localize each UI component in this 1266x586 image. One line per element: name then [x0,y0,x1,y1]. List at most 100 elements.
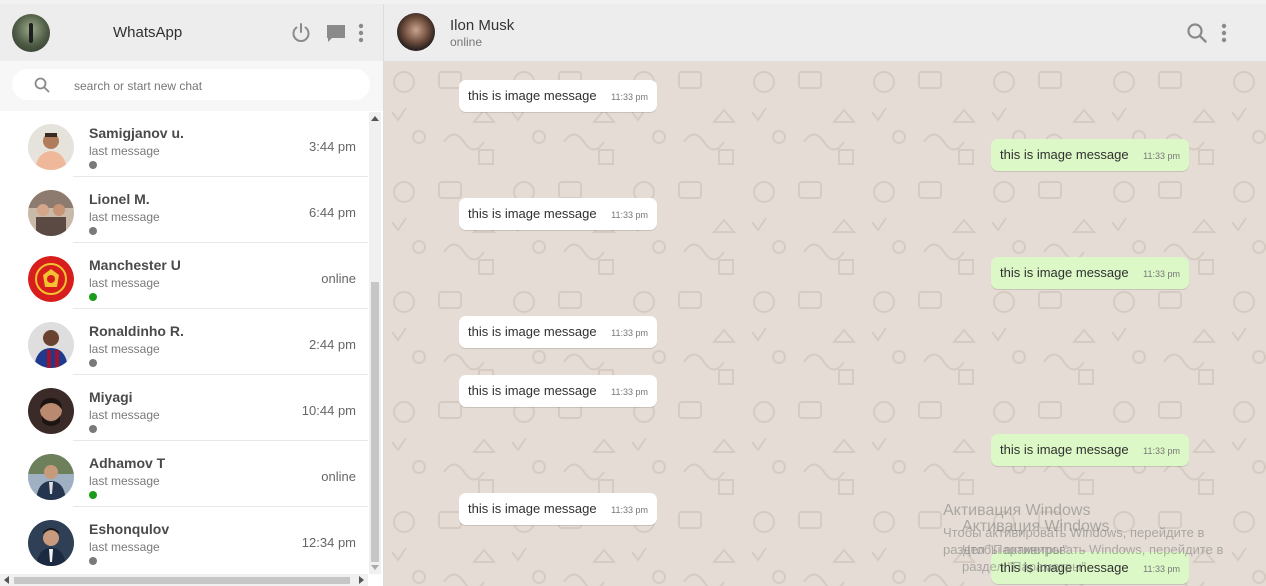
status-dot [89,161,97,169]
avatar [28,256,74,302]
chat-last-message: last message [89,144,160,158]
chat-list-vertical-scrollbar[interactable] [369,112,381,574]
message-outgoing[interactable]: this is image message 11:33 pm [991,257,1189,289]
message-text: this is image message [1000,147,1129,162]
chat-time: 10:44 pm [301,403,356,418]
message-text: this is image message [1000,442,1129,457]
menu-dots-icon[interactable] [356,22,366,44]
chat-item-manchester[interactable]: Manchester U last message online [0,244,368,309]
scroll-right-arrow-icon[interactable] [359,576,364,584]
menu-dots-icon[interactable] [1219,22,1229,44]
scroll-up-arrow-icon[interactable] [371,116,379,121]
chat-time: 3:44 pm [309,139,356,154]
power-icon[interactable] [290,22,312,44]
chat-item-adhamov[interactable]: Adhamov T last message online [0,442,368,507]
chat-name: Ronaldinho R. [89,323,184,339]
message-text: this is image message [468,206,597,221]
message-time: 11:33 pm [611,505,648,515]
chat-item-miyagi[interactable]: Miyagi last message 10:44 pm [0,376,368,441]
activation-watermark-title: Активация Windows [962,518,1110,535]
search-box[interactable] [12,69,370,100]
chat-list: Samigjanov u. last message 3:44 pm Lione… [0,112,368,574]
divider [73,506,368,507]
message-time: 11:33 pm [611,92,648,102]
chat-item-ronaldinho[interactable]: Ronaldinho R. last message 2:44 pm [0,310,368,375]
message-incoming[interactable]: this is image message 11:33 pm [459,80,657,112]
message-time: 11:33 pm [611,328,648,338]
message-text: this is image message [468,324,597,339]
chat-last-message: last message [89,276,160,290]
chat-name: Lionel M. [89,191,150,207]
chat-time: 12:34 pm [301,535,356,550]
status-dot [89,557,97,565]
message-outgoing[interactable]: this is image message 11:33 pm [991,139,1189,171]
search-input[interactable] [72,73,356,98]
chat-last-message: last message [89,210,160,224]
message-area[interactable]: this is image message 11:33 pm this is i… [384,62,1266,586]
chat-name: Eshonqulov [89,521,170,537]
avatar [28,124,74,170]
sidebar: WhatsApp Samigjanov u. last message 3:44… [0,4,384,586]
chat-item-eshonqulov[interactable]: Eshonqulov last message 12:34 pm [0,508,368,573]
divider [73,176,368,177]
chat-time: 2:44 pm [309,337,356,352]
chat-header[interactable]: Ilon Musk online [384,4,1266,62]
scroll-left-arrow-icon[interactable] [4,576,9,584]
avatar [28,388,74,434]
activation-watermark-text: раздел "Параметры". [962,559,1090,574]
scrollbar-thumb[interactable] [371,282,379,562]
avatar [28,454,74,500]
chat-list-horizontal-scrollbar[interactable] [0,574,368,586]
message-incoming[interactable]: this is image message 11:33 pm [459,493,657,525]
divider [73,440,368,441]
message-text: this is image message [468,501,597,516]
status-dot [89,425,97,433]
divider [73,242,368,243]
divider [73,308,368,309]
message-outgoing[interactable]: this is image message 11:33 pm [991,434,1189,466]
chat-last-message: last message [89,408,160,422]
contact-avatar[interactable] [397,13,435,51]
sidebar-header: WhatsApp [0,4,383,61]
app-title: WhatsApp [113,24,183,41]
chat-name: Adhamov T [89,455,166,471]
message-time: 11:33 pm [1143,151,1180,161]
avatar [28,520,74,566]
chat-icon[interactable] [325,22,347,44]
chat-last-message: last message [89,474,160,488]
search-area [0,61,383,111]
divider [73,374,368,375]
chat-item-samigjanov[interactable]: Samigjanov u. last message 3:44 pm [0,112,368,177]
my-avatar[interactable] [12,14,50,52]
search-icon[interactable] [1186,22,1208,44]
message-time: 11:33 pm [1143,564,1180,574]
search-icon [34,77,50,93]
chat-last-message: last message [89,540,160,554]
chat-last-message: last message [89,342,160,356]
status-dot [89,227,97,235]
chat-item-lionel[interactable]: Lionel M. last message 6:44 pm [0,178,368,243]
avatar [28,322,74,368]
message-incoming[interactable]: this is image message 11:33 pm [459,316,657,348]
message-time: 11:33 pm [1143,269,1180,279]
message-text: this is image message [1000,265,1129,280]
chat-name: Samigjanov u. [89,125,184,141]
message-time: 11:33 pm [611,387,648,397]
contact-name: Ilon Musk [450,17,515,34]
avatar [28,190,74,236]
chat-name: Manchester U [89,257,181,273]
status-dot [89,293,97,301]
message-time: 11:33 pm [1143,446,1180,456]
scroll-down-arrow-icon[interactable] [371,565,379,570]
chat-pane: Ilon Musk online this is image message 1… [384,4,1266,586]
message-incoming[interactable]: this is image message 11:33 pm [459,198,657,230]
chat-time: 6:44 pm [309,205,356,220]
message-text: this is image message [468,383,597,398]
chat-name: Miyagi [89,389,133,405]
status-dot [89,491,97,499]
scrollbar-thumb[interactable] [14,577,350,584]
message-incoming[interactable]: this is image message 11:33 pm [459,375,657,407]
chat-time: online [321,469,356,484]
status-dot [89,359,97,367]
chat-time: online [321,271,356,286]
